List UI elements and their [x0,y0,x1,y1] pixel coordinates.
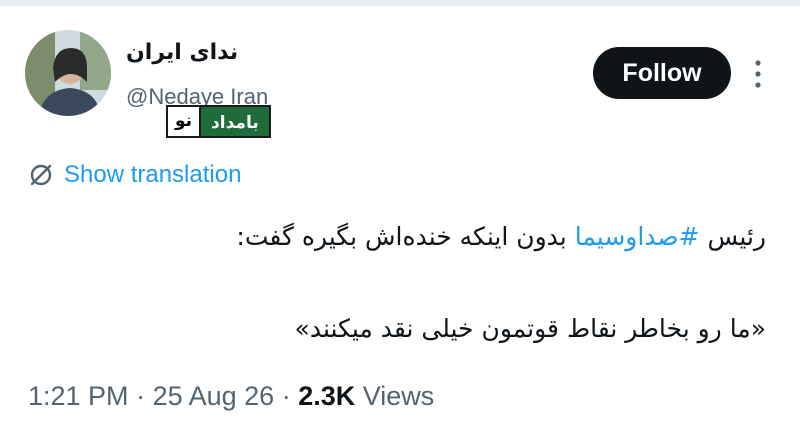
show-translation-label[interactable]: Show translation [64,161,241,189]
show-translation-link[interactable]: Show translation [28,160,241,190]
top-divider [0,0,800,6]
views-label: Views [355,381,435,411]
tweet-text-segment: بدون اینکه خنده‌اش بگیره گفت: [236,222,575,251]
tweet-text-line-2: «ما رو بخاطر نقاط قوتمون خیلی نقد میکنند… [294,314,766,343]
globe-slash-icon [30,164,52,186]
follow-button[interactable]: Follow [593,47,731,99]
watermark-right: بامداد [201,105,271,138]
watermark-logo: نو بامداد [166,105,271,138]
tweet-text-line-1: رئیس #صداوسیما بدون اینکه خنده‌اش بگیره … [236,222,766,251]
more-vertical-icon[interactable] [752,58,764,90]
avatar[interactable] [25,30,111,116]
tweet-text-segment: رئیس [699,222,766,251]
tweet-date[interactable]: 25 Aug 26 [153,381,275,411]
author-display-name[interactable]: ندای ایران [126,40,238,65]
watermark-left: نو [166,105,202,138]
views-count: 2.3K [298,381,356,411]
avatar-image [25,30,111,116]
tweet-time[interactable]: 1:21 PM [28,381,129,411]
meta-separator: · [128,381,153,411]
meta-separator: · [274,381,299,411]
hashtag-link[interactable]: #صداوسیما [575,222,700,251]
tweet-meta: 1:21 PM · 25 Aug 26 · 2.3K Views [28,381,434,412]
